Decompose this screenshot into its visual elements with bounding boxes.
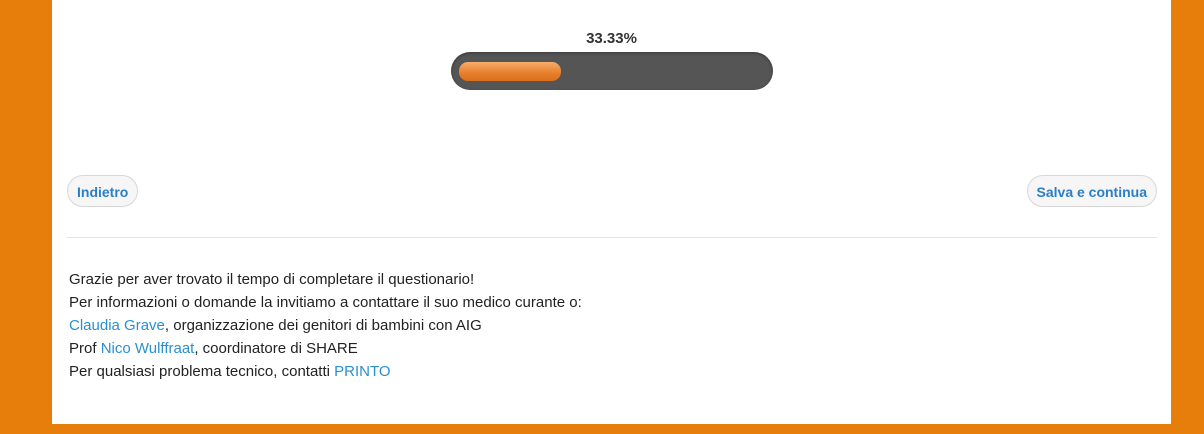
contact-link-claudia-grave[interactable]: Claudia Grave [69,317,165,334]
contact-line-coordinator: Prof Nico Wulffraat, coordinatore di SHA… [69,337,582,360]
contact-line-technical: Per qualsiasi problema tecnico, contatti… [69,360,582,383]
contact-link-printo[interactable]: PRINTO [334,363,390,380]
contact-line-coordinator-prefix: Prof [69,340,101,357]
back-button[interactable]: Indietro [67,175,139,207]
progress-percent-label: 33.33% [586,30,637,47]
progress-bar-fill [459,62,561,81]
contact-line-coordinator-text: , coordinatore di SHARE [194,340,358,357]
main-panel: 33.33% Indietro Salva e continua Grazie … [52,0,1171,424]
contact-line-parents-org: Claudia Grave, organizzazione dei genito… [69,314,582,337]
contact-line-parents-org-text: , organizzazione dei genitori di bambini… [164,317,482,334]
contact-info-text: Per informazioni o domande la invitiamo … [69,294,582,311]
divider [67,237,1157,238]
contact-line-technical-text: Per qualsiasi problema tecnico, contatti [69,363,335,380]
thanks-text: Grazie per aver trovato il tempo di comp… [69,271,475,288]
info-section: Grazie per aver trovato il tempo di comp… [69,268,582,383]
contact-link-nico-wulffraat[interactable]: Nico Wulffraat [101,340,195,357]
save-and-continue-button[interactable]: Salva e continua [1026,175,1157,207]
progress-bar [451,52,773,90]
